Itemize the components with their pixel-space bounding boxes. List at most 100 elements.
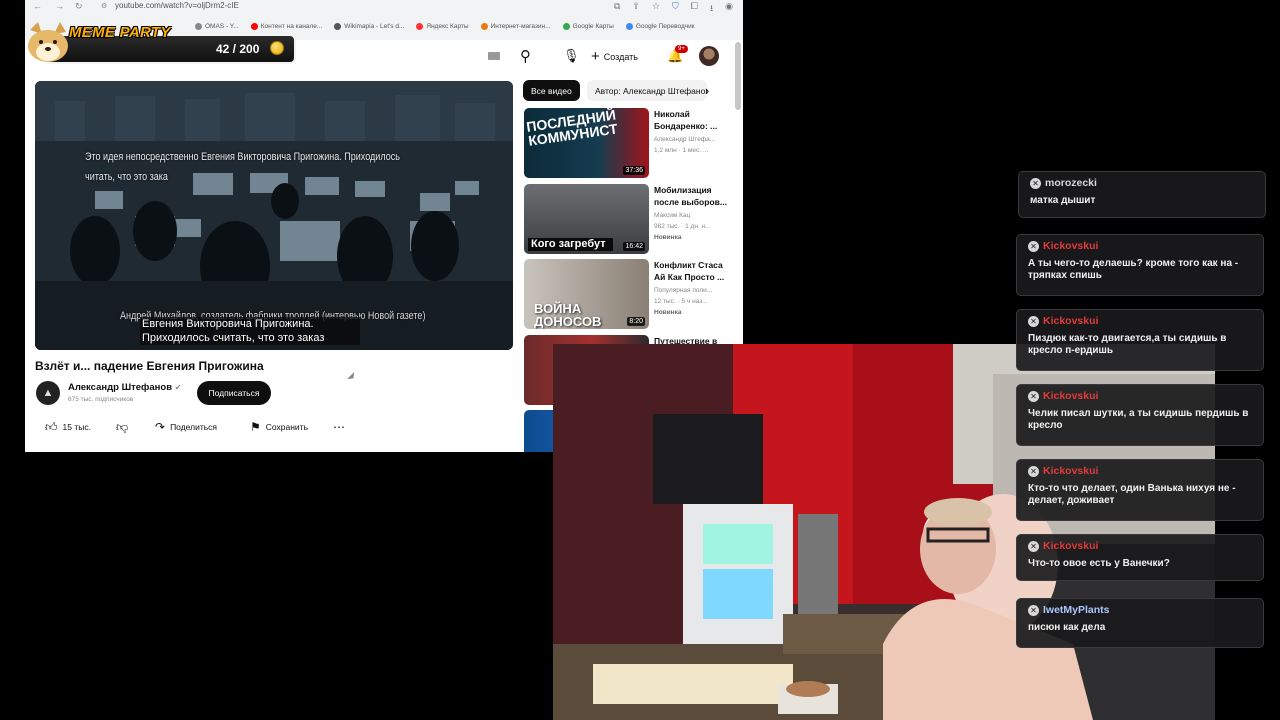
- share-page-icon[interactable]: ⇪: [632, 1, 640, 17]
- recommendation-title[interactable]: Конфликт Стаса Ай Как Просто ...: [654, 259, 734, 283]
- meme-party-widget: MEME PARTY 42 / 200: [24, 20, 296, 66]
- chat-username: Kickovskui: [1043, 315, 1099, 327]
- channel-name[interactable]: Александр Штефанов: [68, 382, 172, 393]
- more-actions-button[interactable]: ⋯: [333, 419, 345, 435]
- save-button[interactable]: ⚑ Сохранить: [250, 419, 308, 435]
- forward-icon[interactable]: →: [55, 1, 64, 11]
- download-icon[interactable]: ⭳: [710, 1, 713, 17]
- recommendation-title[interactable]: Николай Бондаренко: ...: [654, 108, 734, 132]
- recommendation-meta: 12 тыс. · 5 ч наз...: [654, 298, 708, 305]
- chat-text: матка дышит: [1030, 195, 1096, 206]
- address-bar[interactable]: youtube.com/watch?v=oljDrm2-cIE: [115, 1, 239, 15]
- search-icon[interactable]: ⚲: [520, 47, 531, 65]
- thumbs-down-icon: 👎︎: [116, 419, 129, 434]
- bookmark-item[interactable]: Google Карты: [562, 20, 614, 32]
- plus-icon: +: [591, 48, 600, 65]
- bookmark-icon: ⚑: [250, 420, 261, 434]
- bookmark-star-icon[interactable]: ☆: [652, 1, 660, 17]
- notification-badge: 9+: [675, 45, 688, 53]
- dislike-button[interactable]: 👎︎: [116, 419, 128, 435]
- bookmark-item[interactable]: Google Переводчик: [625, 20, 695, 32]
- duration-badge: 16:42: [623, 242, 645, 251]
- chat-message: ✕ Kickovskui Кто-то что делает, один Ваньк…: [1016, 459, 1264, 521]
- share-label: Поделиться: [170, 422, 217, 432]
- chat-message: ✕ IwetMyPlants писюн как дела: [1016, 598, 1264, 648]
- bookmark-label: Google Карты: [572, 22, 614, 30]
- channel-name-row[interactable]: Александр Штефанов ✔: [68, 382, 181, 393]
- subscribe-button[interactable]: Подписаться: [197, 381, 271, 405]
- recommendation-item[interactable]: Кого загребут 16:42 Мобилизация после выбо…: [524, 184, 739, 254]
- chat-username-row: ✕ Kickovskui: [1028, 239, 1253, 253]
- like-count: 15 тыс.: [62, 422, 91, 432]
- thumbnail-caption: ВОЙНА ДОНОСОВ: [534, 301, 602, 329]
- chevron-right-icon[interactable]: ›: [705, 83, 709, 98]
- share-button[interactable]: ↷ Поделиться: [155, 419, 217, 435]
- thumbs-up-icon: 👍︎: [45, 419, 58, 434]
- bookmark-item[interactable]: Интернет-магазин...: [480, 20, 551, 32]
- chat-username-row: ✕ IwetMyPlants: [1028, 603, 1253, 617]
- share-icon: ↷: [155, 420, 166, 434]
- shield-icon[interactable]: ⛉: [672, 1, 679, 17]
- bookmark-label: Google Переводчик: [635, 22, 695, 30]
- channel-avatar[interactable]: ▲: [36, 381, 60, 405]
- account-avatar[interactable]: [699, 46, 719, 66]
- create-button[interactable]: + Создать: [591, 48, 638, 65]
- chat-username: Kickovskui: [1043, 390, 1099, 402]
- verified-icon: ✔: [174, 383, 182, 392]
- meme-party-counter: 42 / 200: [216, 42, 260, 56]
- chat-badge-icon: ✕: [1028, 604, 1039, 616]
- chat-username: Kickovskui: [1043, 465, 1099, 477]
- recommendation-thumbnail[interactable]: Кого загребут 16:42: [524, 184, 649, 254]
- bookmark-item[interactable]: Wikimapia - Let's d...: [334, 20, 404, 32]
- chat-text: Пиздюк как-то двигается,а ты сидишь в кр…: [1028, 333, 1227, 356]
- save-label: Сохранить: [265, 422, 309, 432]
- bookmark-favicon-icon: [480, 22, 488, 30]
- chip-all-videos[interactable]: Все видео: [523, 80, 580, 101]
- browser-actions: ⧉ ⇪ ☆ ⛉ ⧠ ⭳ ◉: [614, 1, 733, 17]
- chat-username-row: ✕ Kickovskui: [1028, 464, 1253, 478]
- thumbnail-caption: Кого загребут: [528, 238, 613, 251]
- recommendation-channel: Александр Штефа...: [654, 136, 716, 143]
- microphone-icon[interactable]: 🎙: [563, 48, 580, 64]
- chat-username-row: ✕ morozecki: [1030, 176, 1255, 190]
- chat-message: ✕ Kickovskui Пиздюк как-то двигается,а ты …: [1016, 309, 1264, 371]
- extensions-icon[interactable]: ⧠: [691, 1, 698, 17]
- back-icon[interactable]: ←: [33, 1, 42, 11]
- chat-badge-icon: ✕: [1028, 465, 1039, 477]
- chat-message: ✕ morozecki матка дышит: [1018, 171, 1266, 218]
- reload-icon[interactable]: ↻: [75, 1, 83, 12]
- bookmark-label: Wikimapia - Let's d...: [344, 22, 405, 30]
- recommendation-thumbnail[interactable]: ПОСЛЕДНИЙ КОММУНИСТ 37:36: [524, 108, 649, 178]
- profile-icon[interactable]: ◉: [725, 1, 733, 17]
- page-scrollbar[interactable]: [735, 42, 741, 110]
- video-title: Взлёт и... падение Евгения Пригожина: [35, 359, 264, 373]
- create-label: Создать: [603, 51, 638, 62]
- chat-message: ✕ Kickovskui Челик писал шутки, а ты сидиш…: [1016, 384, 1264, 446]
- recommendation-thumbnail[interactable]: ВОЙНА ДОНОСОВ 8:20: [524, 259, 649, 329]
- bookmark-favicon-icon: [562, 22, 570, 30]
- bookmark-label: Интернет-магазин...: [490, 22, 551, 30]
- keyboard-icon[interactable]: [488, 52, 500, 60]
- video-player[interactable]: Это идея непосредственно Евгения Викторо…: [35, 81, 513, 350]
- bookmark-item[interactable]: Яндекс Карты: [416, 20, 469, 32]
- stream-scene: ← → ↻ ⚙ youtube.com/watch?v=oljDrm2-cIE …: [0, 0, 1280, 720]
- doge-icon: [28, 22, 68, 62]
- chat-username-row: ✕ Kickovskui: [1028, 314, 1253, 328]
- recommendation-item[interactable]: ПОСЛЕДНИЙ КОММУНИСТ 37:36 Николай Бондарен…: [524, 108, 739, 178]
- like-button[interactable]: 👍︎ 15 тыс.: [45, 419, 91, 435]
- chip-by-author[interactable]: Автор: Александр Штефанов: [587, 80, 707, 101]
- caption-line-1: Евгения Викторовича Пригожина.: [142, 318, 314, 330]
- recommendation-meta: 1,2 млн · 1 мес. ...: [654, 147, 709, 154]
- recommendation-channel: Популярная поли...: [654, 287, 713, 294]
- chat-text: А ты чего-то делаешь? кроме того как на …: [1028, 258, 1239, 281]
- thumbnail-caption: ПОСЛЕДНИЙ КОММУНИСТ: [525, 108, 619, 149]
- chat-message: ✕ Kickovskui А ты чего-то делаешь? кроме т…: [1016, 234, 1264, 296]
- site-info-icon[interactable]: ⚙: [101, 2, 107, 10]
- chat-username: IwetMyPlants: [1043, 604, 1110, 616]
- chat-badge-icon: ✕: [1028, 390, 1039, 402]
- bookmark-favicon-icon: [416, 22, 424, 30]
- translate-icon[interactable]: ⧉: [614, 1, 620, 17]
- recommendation-item[interactable]: ВОЙНА ДОНОСОВ 8:20 Конфликт Стаса Ай Как П…: [524, 259, 739, 329]
- recommendation-badge: Новинка: [654, 309, 682, 316]
- recommendation-title[interactable]: Мобилизация после выборов...: [654, 184, 734, 208]
